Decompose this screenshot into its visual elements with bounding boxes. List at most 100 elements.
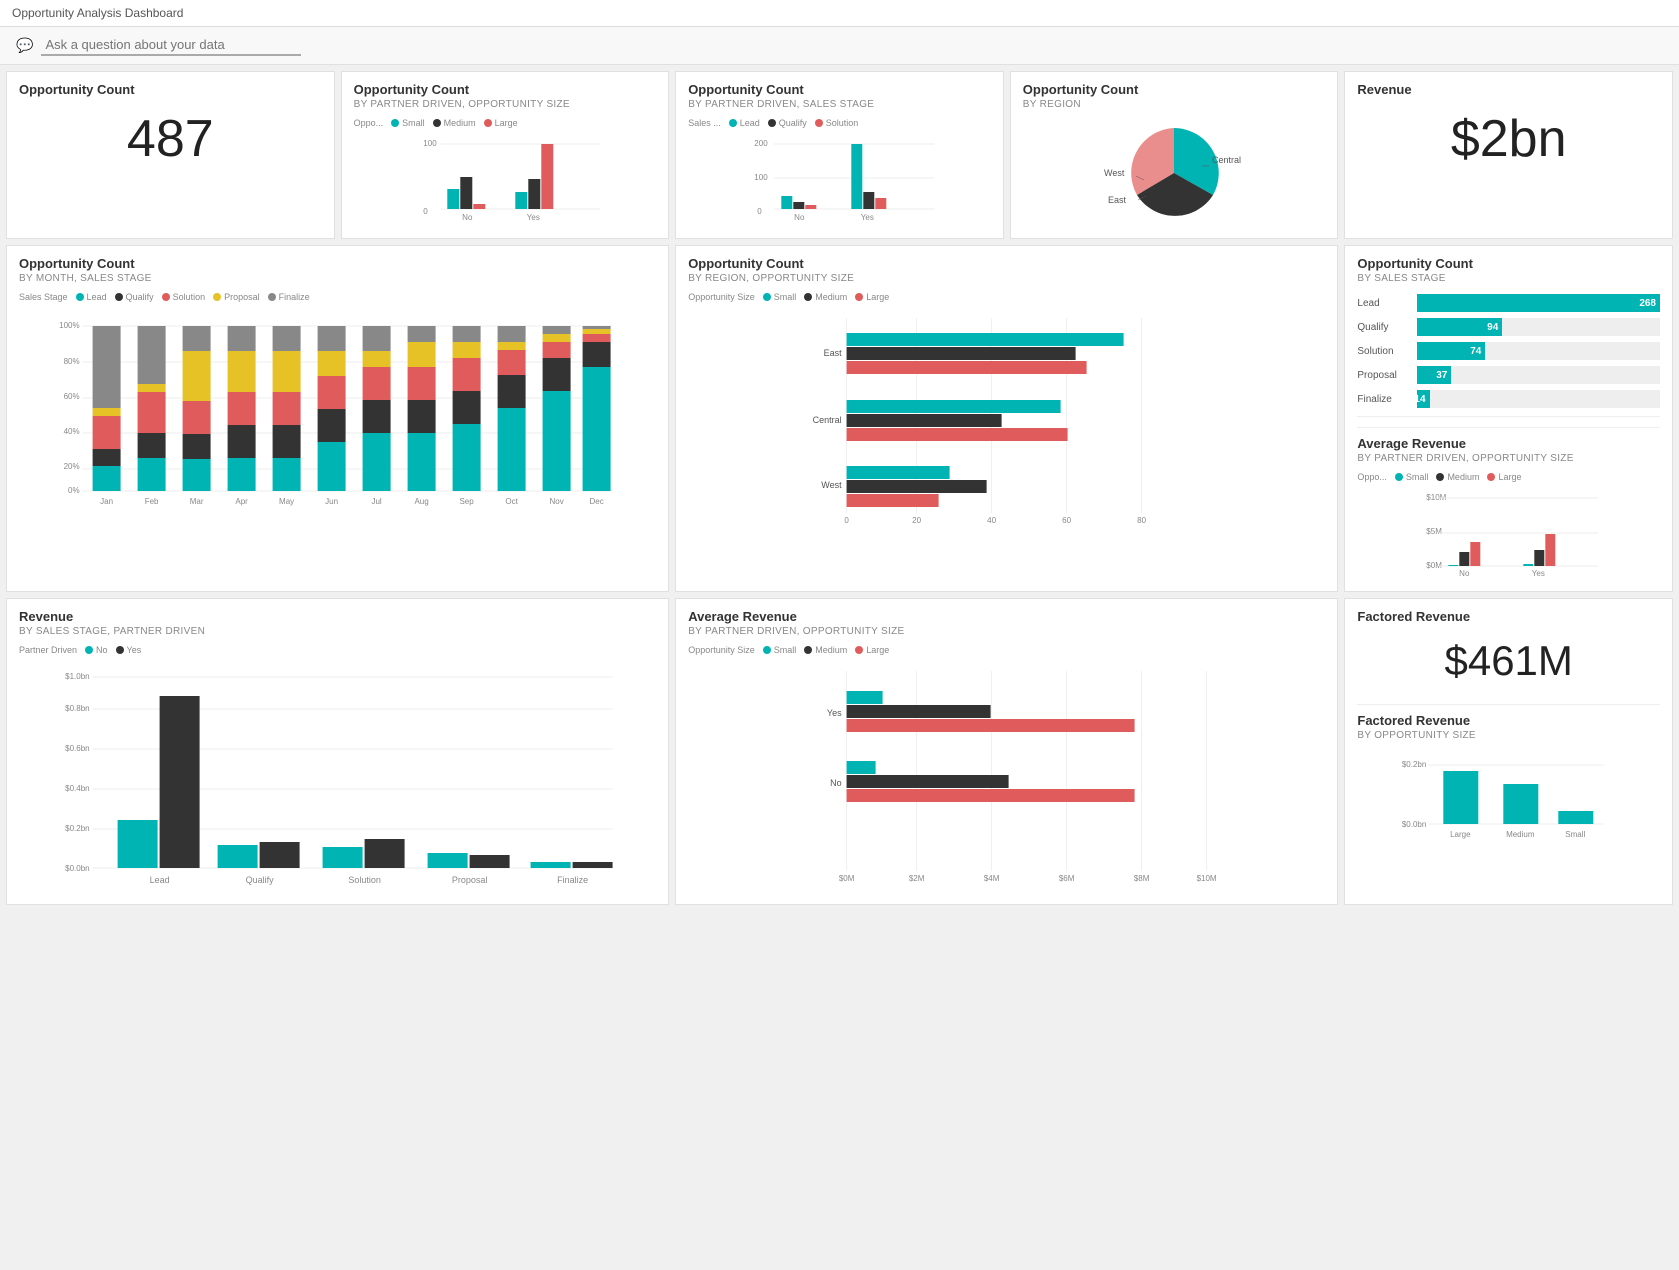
svg-text:Yes: Yes [827,708,842,718]
svg-text:$5M: $5M [1427,527,1443,536]
svg-text:No: No [830,778,842,788]
svg-text:$0.0bn: $0.0bn [1402,820,1426,829]
avg-revenue-main-subtitle: BY PARTNER DRIVEN, OPPORTUNITY SIZE [688,626,1325,637]
svg-text:$0.8bn: $0.8bn [65,704,89,713]
svg-text:No: No [794,213,805,222]
svg-text:$2M: $2M [909,874,925,883]
opp-stage-bars: Lead 268 Qualify 94 Solution [1357,294,1660,408]
card-opp-region-size: Opportunity Count BY REGION, OPPORTUNITY… [675,245,1338,592]
svg-text:$6M: $6M [1059,874,1075,883]
stage-row-solution: Solution 74 [1357,342,1660,360]
svg-text:Yes: Yes [1532,569,1545,578]
svg-text:Small: Small [1566,830,1586,839]
revenue-stage-title: Revenue [19,609,656,624]
stage-row-lead: Lead 268 [1357,294,1660,312]
svg-text:West: West [1104,168,1125,178]
card-opp-month-stage: Opportunity Count BY MONTH, SALES STAGE … [6,245,669,592]
opp-count-value: 487 [19,99,322,179]
svg-text:$0.2bn: $0.2bn [1402,760,1426,769]
avg-revenue-legend: Oppo... Small Medium Large [1357,472,1660,482]
card-opp-partner-stage-title: Opportunity Count [688,82,991,97]
svg-text:East: East [824,348,843,358]
svg-text:Lead: Lead [150,875,170,885]
svg-text:Central: Central [1212,155,1241,165]
svg-text:20: 20 [912,516,921,525]
qa-input[interactable] [41,35,301,56]
svg-text:Nov: Nov [549,497,563,506]
opp-region-pie-wrap: Central West East [1023,118,1326,228]
opp-partner-size-chart: 100 0 No Yes [354,134,657,224]
revenue-stage-legend: Partner Driven No Yes [19,645,656,655]
opp-region-pie: Central West East [1094,118,1254,228]
dashboard: Opportunity Count 487 Opportunity Count … [0,65,1679,911]
card-opportunity-count: Opportunity Count 487 [6,71,335,239]
avg-revenue-section: Average Revenue BY PARTNER DRIVEN, OPPOR… [1357,427,1660,581]
stage-row-proposal: Proposal 37 [1357,366,1660,384]
qa-bar[interactable]: 💬 [0,27,1679,65]
card-opp-count-title: Opportunity Count [19,82,322,97]
svg-text:60: 60 [1062,516,1071,525]
svg-text:0: 0 [423,207,428,216]
svg-text:Medium: Medium [1506,830,1535,839]
svg-text:Finalize: Finalize [557,875,588,885]
svg-text:$1.0bn: $1.0bn [65,672,89,681]
svg-text:No: No [1460,569,1471,578]
svg-text:West: West [821,480,842,490]
svg-text:80%: 80% [64,357,80,366]
svg-text:Oct: Oct [505,497,518,506]
opp-partner-size-legend: Oppo... Small Medium Large [354,118,657,128]
svg-text:Aug: Aug [414,497,428,506]
avg-revenue-main-title: Average Revenue [688,609,1325,624]
card-factored-revenue: Factored Revenue $461M Factored Revenue … [1344,598,1673,905]
card-revenue: Revenue $2bn [1344,71,1673,239]
opp-by-stage-title: Opportunity Count [1357,256,1660,271]
svg-text:May: May [279,497,294,506]
opp-month-stage-subtitle: BY MONTH, SALES STAGE [19,273,656,284]
svg-text:$0.4bn: $0.4bn [65,784,89,793]
svg-text:No: No [462,213,473,222]
svg-text:Dec: Dec [589,497,603,506]
avg-revenue-main-chart: $0M $2M $4M $6M $8M $10M Yes No [688,661,1325,891]
stage-row-finalize: Finalize 14 [1357,390,1660,408]
opp-month-stage-title: Opportunity Count [19,256,656,271]
card-opp-partner-size: Opportunity Count BY PARTNER DRIVEN, OPP… [341,71,670,239]
svg-text:Yes: Yes [526,213,539,222]
card-opp-region: Opportunity Count BY REGION Central West… [1010,71,1339,239]
svg-text:$4M: $4M [984,874,1000,883]
svg-text:Central: Central [813,415,842,425]
svg-text:0: 0 [845,516,850,525]
avg-revenue-subtitle: BY PARTNER DRIVEN, OPPORTUNITY SIZE [1357,453,1660,464]
factored-revenue-by-size-subtitle: BY OPPORTUNITY SIZE [1357,730,1660,741]
factored-revenue-by-size-title: Factored Revenue [1357,713,1660,728]
svg-text:Jun: Jun [325,497,338,506]
card-revenue-stage: Revenue BY SALES STAGE, PARTNER DRIVEN P… [6,598,669,905]
svg-text:Jan: Jan [100,497,113,506]
svg-text:100%: 100% [59,321,79,330]
svg-text:0%: 0% [68,486,80,495]
card-revenue-title: Revenue [1357,82,1660,97]
svg-text:200: 200 [754,139,768,148]
svg-text:100: 100 [754,173,768,182]
legend-item-medium: Medium [433,118,476,128]
revenue-stage-chart: $1.0bn $0.8bn $0.6bn $0.4bn $0.2bn $0.0b… [19,661,656,891]
svg-text:East: East [1108,195,1127,205]
svg-text:Sep: Sep [459,497,474,506]
svg-text:Proposal: Proposal [452,875,488,885]
svg-text:100: 100 [423,139,437,148]
card-opp-partner-size-title: Opportunity Count [354,82,657,97]
revenue-value: $2bn [1357,99,1660,179]
svg-text:Qualify: Qualify [246,875,275,885]
opp-region-size-title: Opportunity Count [688,256,1325,271]
svg-text:40%: 40% [64,427,80,436]
avg-revenue-main-legend: Opportunity Size Small Medium Large [688,645,1325,655]
svg-text:$0.0bn: $0.0bn [65,864,89,873]
svg-text:Large: Large [1450,830,1471,839]
opp-region-size-legend: Opportunity Size Small Medium Large [688,292,1325,302]
factored-revenue-title: Factored Revenue [1357,609,1660,624]
avg-revenue-chart: $10M $5M $0M No Yes [1357,488,1660,578]
card-opp-region-subtitle: BY REGION [1023,99,1326,110]
svg-text:Solution: Solution [348,875,381,885]
legend-item-small: Small [391,118,425,128]
legend-item-large: Large [484,118,518,128]
svg-text:80: 80 [1137,516,1146,525]
